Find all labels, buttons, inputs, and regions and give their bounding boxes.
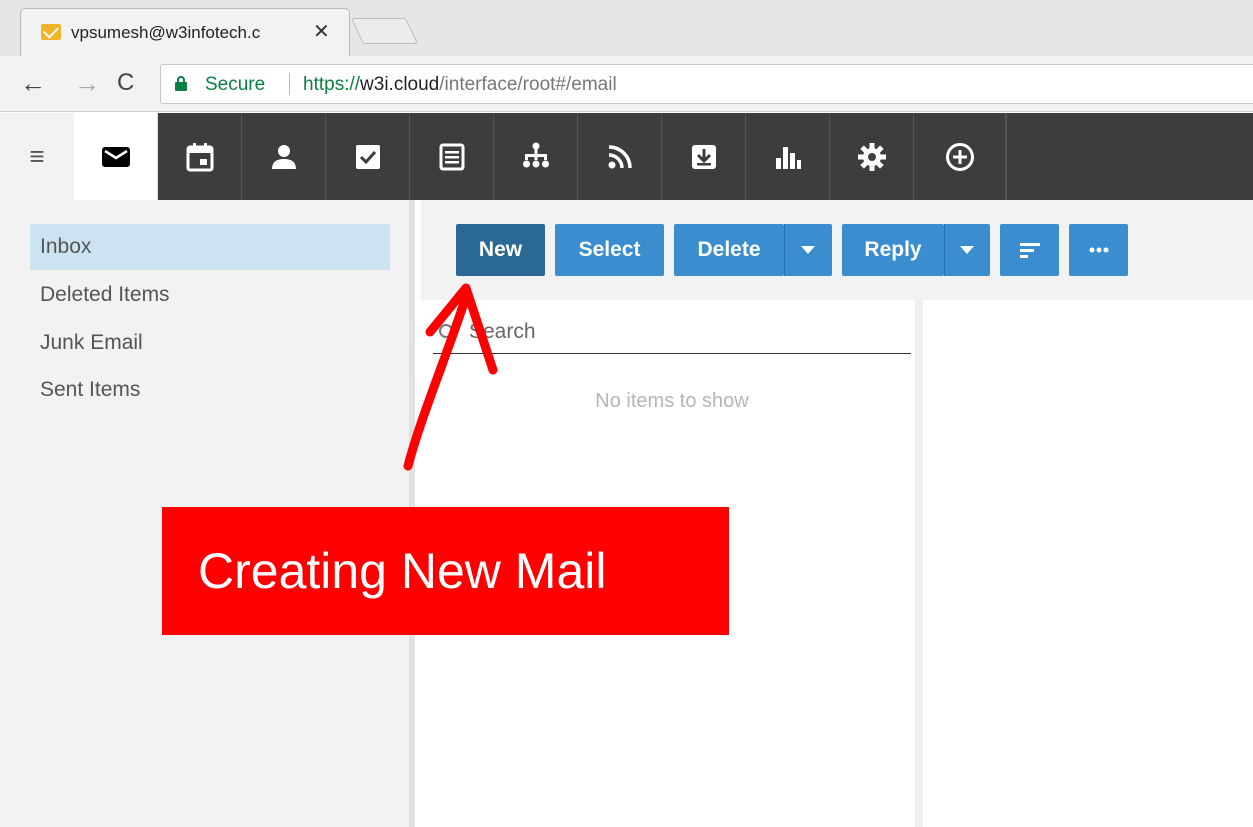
browser-tab[interactable]: vpsumesh@w3infotech.c ✕ xyxy=(20,8,350,56)
notes-icon xyxy=(439,143,464,170)
sort-button[interactable] xyxy=(1000,224,1059,276)
tab-calendar[interactable] xyxy=(158,113,242,200)
more-icon xyxy=(1089,247,1108,253)
browser-tabstrip: vpsumesh@w3infotech.c ✕ xyxy=(0,0,1253,56)
app-toolbar: ≡ xyxy=(0,113,1253,200)
folder-sent-items[interactable]: Sent Items xyxy=(30,367,390,413)
tab-close-icon[interactable]: ✕ xyxy=(313,19,330,44)
folder-junk-email[interactable]: Junk Email xyxy=(30,320,390,366)
caret-down-icon xyxy=(801,246,815,254)
annotation-callout: Creating New Mail xyxy=(162,507,729,635)
organization-icon xyxy=(522,142,549,167)
split-divider xyxy=(784,224,785,276)
reply-button[interactable]: Reply xyxy=(842,224,944,276)
split-divider xyxy=(944,224,945,276)
back-arrow-icon[interactable]: ← xyxy=(20,68,46,98)
tab-organization[interactable] xyxy=(494,113,578,200)
url-text: https://w3i.cloud/interface/root#/email xyxy=(303,74,617,96)
contacts-icon xyxy=(271,144,296,169)
tab-add[interactable] xyxy=(914,113,1006,200)
delete-button[interactable]: Delete xyxy=(674,224,784,276)
sort-icon xyxy=(1019,243,1040,258)
reports-icon xyxy=(775,146,801,169)
menu-button[interactable]: ≡ xyxy=(0,113,74,200)
reply-dropdown-button[interactable] xyxy=(944,224,990,276)
folder-inbox[interactable]: Inbox xyxy=(30,224,390,270)
add-icon xyxy=(945,142,974,171)
download-icon xyxy=(691,144,716,169)
settings-icon xyxy=(857,142,886,171)
tab-contacts[interactable] xyxy=(242,113,326,200)
caret-down-icon xyxy=(960,246,974,254)
tab-settings[interactable] xyxy=(830,113,914,200)
action-bar: New Select Delete Reply xyxy=(421,200,1253,300)
omnibox-divider xyxy=(289,73,290,95)
hamburger-icon: ≡ xyxy=(29,141,45,171)
search-row xyxy=(433,312,911,354)
select-button[interactable]: Select xyxy=(555,224,664,276)
tab-title: vpsumesh@w3infotech.c xyxy=(71,23,261,42)
url-scheme: https:// xyxy=(303,74,361,95)
annotation-text: Creating New Mail xyxy=(198,543,607,599)
address-bar: ← → C Secure https://w3i.cloud/interface… xyxy=(0,56,1253,112)
url-host: w3i.cloud xyxy=(360,74,440,95)
secure-label: Secure xyxy=(205,74,266,95)
reading-pane xyxy=(931,300,1253,827)
forward-arrow-icon[interactable]: → xyxy=(74,68,100,98)
search-icon[interactable] xyxy=(439,324,453,338)
mail-favicon-icon xyxy=(41,24,61,40)
mail-icon xyxy=(101,146,130,167)
reload-icon[interactable]: C xyxy=(117,68,134,98)
folder-deleted-items[interactable]: Deleted Items xyxy=(30,272,390,318)
rss-icon xyxy=(608,144,632,168)
url-field[interactable]: Secure https://w3i.cloud/interface/root#… xyxy=(160,64,1253,104)
tab-notes[interactable] xyxy=(410,113,494,200)
tasks-icon xyxy=(355,144,380,169)
delete-dropdown-button[interactable] xyxy=(784,224,832,276)
calendar-icon xyxy=(186,142,213,171)
more-button[interactable] xyxy=(1069,224,1128,276)
tab-tasks[interactable] xyxy=(326,113,410,200)
toolbar-empty-area xyxy=(1006,113,1253,200)
tab-rss[interactable] xyxy=(578,113,662,200)
tab-reports[interactable] xyxy=(746,113,830,200)
new-tab-button[interactable] xyxy=(350,18,419,44)
lock-icon xyxy=(175,76,187,91)
url-path: /interface/root#/email xyxy=(439,74,617,95)
search-input[interactable] xyxy=(469,316,889,348)
empty-list-message: No items to show xyxy=(595,390,749,412)
tab-mail[interactable] xyxy=(74,113,158,200)
tab-download[interactable] xyxy=(662,113,746,200)
new-button[interactable]: New xyxy=(456,224,545,276)
